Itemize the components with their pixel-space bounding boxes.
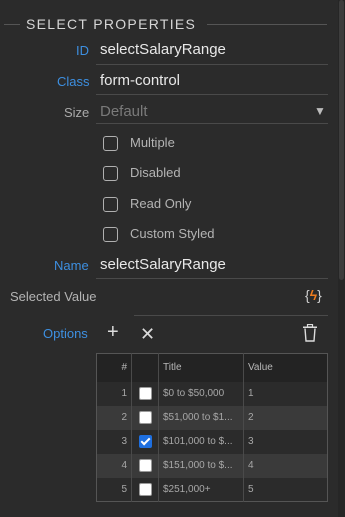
size-select-underline bbox=[96, 123, 328, 124]
selected-value-label: Selected Value bbox=[10, 289, 97, 304]
option-selected-checkbox[interactable] bbox=[138, 387, 152, 400]
row-number: 2 bbox=[96, 405, 132, 430]
option-title[interactable]: $101,000 to $... bbox=[158, 429, 244, 454]
option-selected-checkbox[interactable] bbox=[138, 482, 152, 496]
table-row[interactable]: 3 $101,000 to $... 3 bbox=[96, 429, 328, 454]
option-title[interactable]: $251,000+ bbox=[158, 477, 244, 502]
grid-header: # Title Value bbox=[96, 353, 328, 382]
column-header-title: Title bbox=[158, 353, 244, 382]
dropdown-arrow-icon[interactable]: ▼ bbox=[314, 104, 326, 118]
option-value[interactable]: 1 bbox=[244, 382, 328, 406]
name-field[interactable]: selectSalaryRange bbox=[100, 256, 226, 273]
option-title[interactable]: $151,000 to $... bbox=[158, 453, 244, 478]
selected-value-underline bbox=[134, 315, 328, 316]
section-title: SELECT PROPERTIES bbox=[26, 16, 197, 32]
column-header-check bbox=[131, 353, 159, 382]
option-value[interactable]: 5 bbox=[244, 478, 328, 502]
row-number: 3 bbox=[96, 429, 132, 454]
add-option-icon[interactable]: + bbox=[107, 322, 119, 342]
option-title[interactable]: $51,000 to $1... bbox=[158, 405, 244, 430]
remove-option-icon[interactable]: ✕ bbox=[140, 324, 155, 344]
header-divider-right bbox=[207, 24, 327, 25]
class-field-underline bbox=[96, 94, 328, 95]
size-select[interactable]: Default bbox=[100, 103, 148, 120]
name-field-underline bbox=[96, 278, 328, 279]
name-label: Name bbox=[54, 258, 89, 273]
option-title[interactable]: $0 to $50,000 bbox=[158, 381, 244, 406]
checkbox-box[interactable] bbox=[103, 136, 118, 151]
dynamic-data-icon[interactable]: {ϟ} bbox=[305, 287, 322, 303]
class-field[interactable]: form-control bbox=[100, 72, 180, 89]
table-row[interactable]: 4 $151,000 to $... 4 bbox=[96, 453, 328, 478]
id-label: ID bbox=[76, 43, 89, 58]
id-field-underline bbox=[96, 64, 328, 65]
table-row[interactable]: 5 $251,000+ 5 bbox=[96, 477, 328, 502]
option-value[interactable]: 4 bbox=[244, 454, 328, 478]
option-value[interactable]: 2 bbox=[244, 406, 328, 430]
checkbox-box[interactable] bbox=[103, 166, 118, 181]
disabled-label: Disabled bbox=[130, 165, 181, 180]
table-row[interactable]: 2 $51,000 to $1... 2 bbox=[96, 405, 328, 430]
option-selected-checkbox[interactable] bbox=[138, 459, 152, 472]
row-number: 1 bbox=[96, 381, 132, 406]
properties-panel: SELECT PROPERTIES ID selectSalaryRange C… bbox=[0, 0, 338, 517]
table-row[interactable]: 1 $0 to $50,000 1 bbox=[96, 381, 328, 406]
options-label: Options bbox=[43, 326, 88, 341]
multiple-label: Multiple bbox=[130, 135, 175, 150]
checkbox-box[interactable] bbox=[103, 197, 118, 212]
row-number: 4 bbox=[96, 453, 132, 478]
read-only-label: Read Only bbox=[130, 196, 192, 211]
id-field[interactable]: selectSalaryRange bbox=[100, 41, 226, 58]
scrollbar-track[interactable] bbox=[338, 0, 345, 517]
class-label: Class bbox=[57, 74, 90, 89]
options-grid: # Title Value 1 $0 to $50,000 1 2 $51,00… bbox=[96, 353, 328, 502]
size-label: Size bbox=[64, 105, 90, 120]
header-divider-left bbox=[4, 24, 20, 25]
scrollbar-thumb[interactable] bbox=[339, 0, 344, 280]
column-header-value: Value bbox=[248, 362, 273, 374]
option-value[interactable]: 3 bbox=[244, 430, 328, 454]
section-header: SELECT PROPERTIES bbox=[0, 14, 338, 34]
checkbox-box[interactable] bbox=[103, 227, 118, 242]
column-header-num: # bbox=[96, 353, 132, 382]
custom-styled-label: Custom Styled bbox=[130, 226, 215, 241]
trash-icon[interactable] bbox=[302, 324, 318, 342]
option-selected-checkbox[interactable] bbox=[138, 411, 152, 424]
row-number: 5 bbox=[96, 477, 132, 502]
option-selected-checkbox[interactable] bbox=[138, 435, 152, 448]
